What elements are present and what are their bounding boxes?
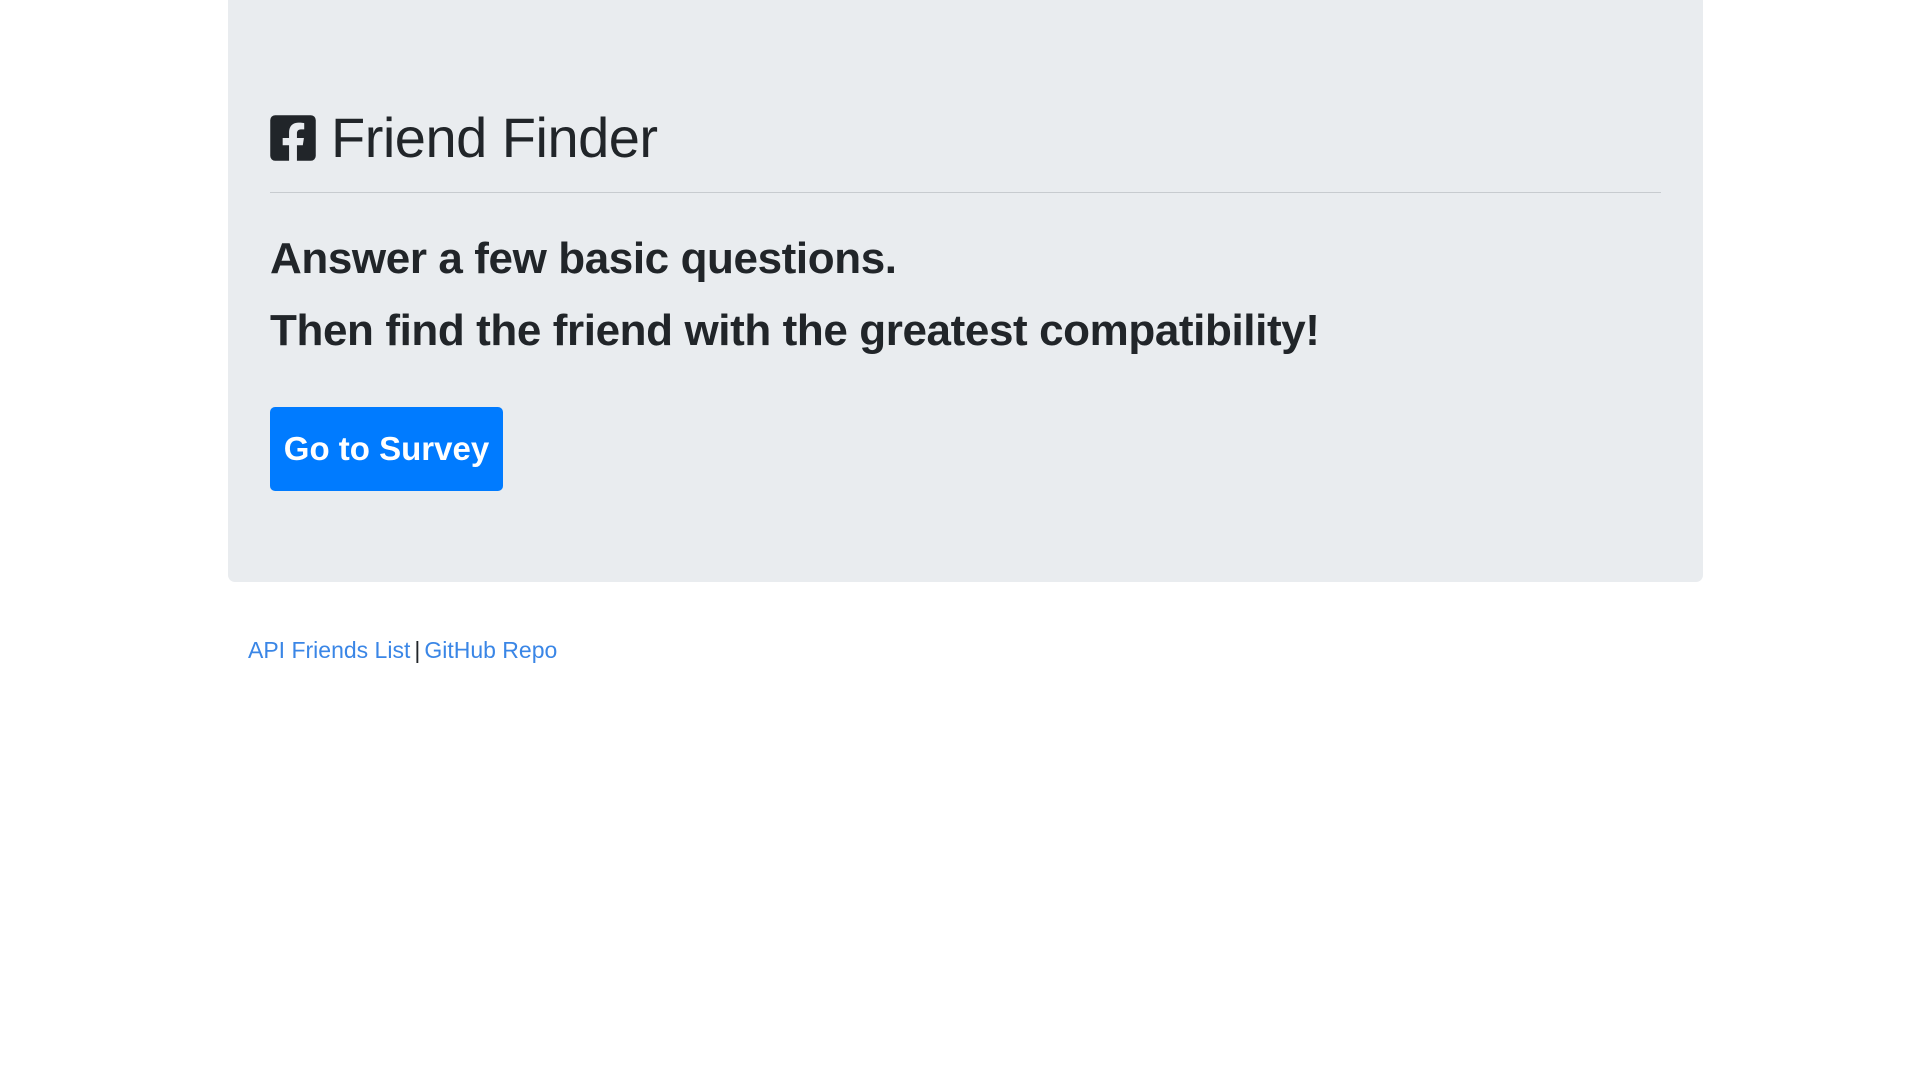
page-header: Friend Finder	[270, 104, 1661, 172]
footer: API Friends List | GitHub Repo	[248, 634, 557, 666]
divider	[270, 192, 1661, 193]
go-to-survey-button[interactable]: Go to Survey	[270, 407, 503, 491]
page: Friend Finder Answer a few basic questio…	[0, 0, 1920, 1080]
jumbotron: Friend Finder Answer a few basic questio…	[228, 0, 1703, 582]
api-friends-list-link[interactable]: API Friends List	[248, 637, 410, 663]
github-repo-link[interactable]: GitHub Repo	[424, 637, 557, 663]
lead-line-2: Then find the friend with the greatest c…	[270, 306, 1320, 355]
footer-separator: |	[414, 637, 421, 663]
facebook-square-icon	[270, 112, 316, 164]
page-title: Friend Finder	[331, 106, 658, 169]
lead-line-1: Answer a few basic questions.	[270, 234, 897, 283]
